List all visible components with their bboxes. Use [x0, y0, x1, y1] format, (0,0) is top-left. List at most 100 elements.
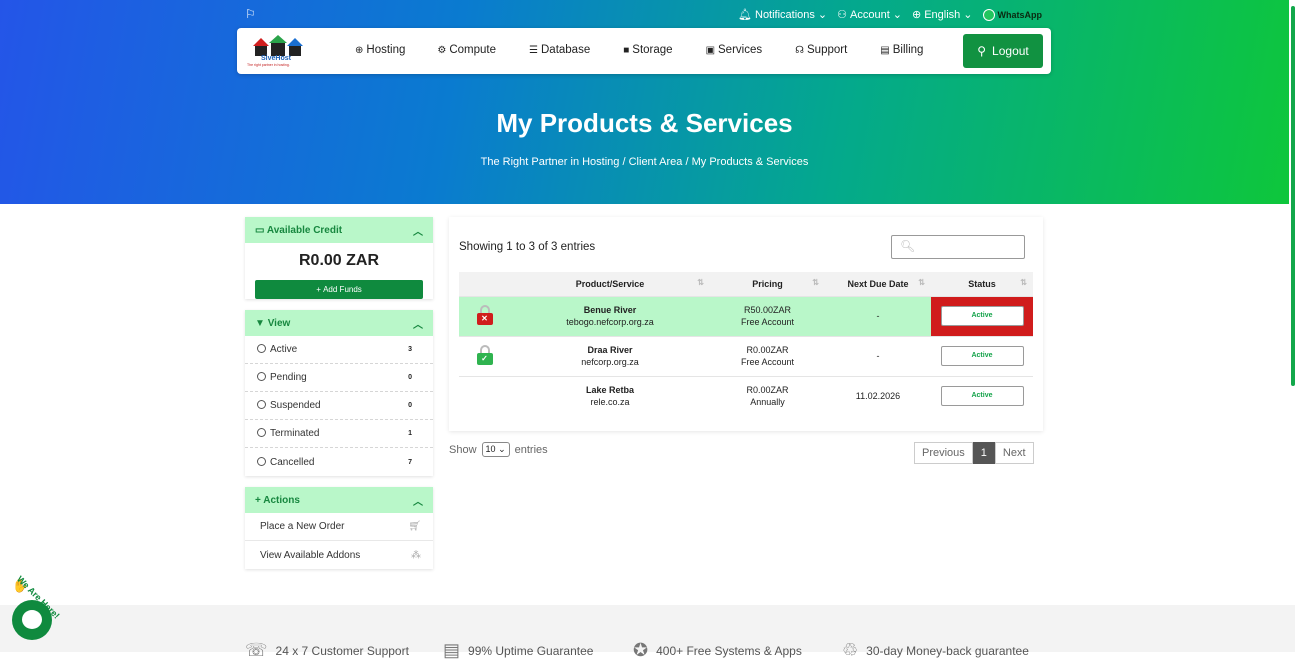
price-amount: R0.00ZAR	[746, 385, 789, 396]
view-filter-suspended[interactable]: Suspended 0	[245, 392, 433, 420]
chat-widget-button[interactable]	[12, 600, 52, 640]
radio-icon[interactable]	[257, 428, 266, 437]
breadcrumb-home[interactable]: The Right Partner in Hosting	[481, 156, 620, 168]
sort-icon: ⇅	[812, 278, 819, 287]
support-agent-icon: ☏	[245, 640, 268, 660]
action-view-addons[interactable]: View Available Addons ⁂	[245, 541, 433, 569]
pagination-next[interactable]: Next	[994, 442, 1034, 464]
feature-support: ☏ 24 x 7 Customer Support	[245, 640, 409, 661]
view-filter-cancelled[interactable]: Cancelled 7	[245, 448, 433, 476]
scrollbar-thumb[interactable]	[1291, 6, 1295, 386]
credit-panel-header[interactable]: ▭ Available Credit ︿	[245, 217, 433, 243]
language-menu[interactable]: ⊕ English ⌄	[912, 8, 973, 22]
logout-button[interactable]: ⚲ Logout	[963, 34, 1043, 68]
user-icon: ⚲	[977, 44, 987, 58]
add-funds-button[interactable]: + Add Funds	[255, 280, 423, 299]
nav-item-storage[interactable]: ■ Storage	[623, 44, 672, 56]
server-icon: ▤	[443, 640, 461, 660]
feature-label: 30-day Money-back guarantee	[866, 643, 1029, 658]
logo[interactable]: SiveHost The right partner in hosting.	[247, 34, 309, 68]
chevron-up-icon[interactable]: ︿	[413, 493, 423, 508]
page-size-select[interactable]: 10 ⌄	[481, 442, 510, 457]
table-row[interactable]: Lake Retba rele.co.za R0.00ZAR Annually 11…	[459, 375, 1033, 416]
nav-label: Billing	[892, 44, 924, 56]
cart-icon: 🛒︎	[408, 521, 421, 532]
search-input[interactable]: 🔍︎	[891, 235, 1025, 259]
radio-icon[interactable]	[257, 400, 266, 409]
view-filter-pending[interactable]: Pending 0	[245, 364, 433, 392]
nav-item-database[interactable]: ☰ Database	[529, 44, 590, 56]
money-icon: ▭	[255, 224, 265, 236]
box-icon: ■	[623, 44, 630, 56]
col-icon-header	[459, 272, 510, 296]
product-cell: Draa River nefcorp.org.za	[510, 335, 710, 376]
col-pricing-header[interactable]: Pricing ⇅	[710, 272, 825, 296]
radio-icon[interactable]	[257, 344, 266, 353]
action-label: View Available Addons	[260, 549, 361, 561]
logout-label: Logout	[992, 44, 1029, 58]
breadcrumb: The Right Partner in Hosting / Client Ar…	[0, 156, 1289, 168]
radio-icon[interactable]	[257, 456, 266, 466]
nav-item-billing[interactable]: ▤ Billing	[880, 44, 923, 56]
filter-count: 0	[408, 374, 412, 381]
flag-icon[interactable]: ⚐	[245, 7, 256, 21]
view-filter-active[interactable]: Active 3	[245, 336, 433, 364]
credit-title: Available Credit	[266, 224, 343, 236]
page-size-control: Show 10 ⌄ entries	[449, 442, 548, 457]
nav-label: Compute	[449, 44, 497, 56]
logo-brand-text: SiveHost	[261, 55, 291, 62]
filter-count: 7	[408, 458, 412, 466]
search-icon: 🔍︎	[900, 239, 916, 253]
col-product-header[interactable]: Product/Service ⇅	[510, 272, 710, 296]
lock-cell: ✕	[459, 295, 510, 336]
product-domain: tebogo.nefcorp.org.za	[566, 317, 654, 327]
credit-panel: ▭ Available Credit ︿ R0.00 ZAR + Add Fund…	[245, 217, 433, 299]
due-cell: -	[825, 295, 931, 336]
nav-item-hosting[interactable]: ⊕ Hosting	[355, 44, 405, 56]
chevron-up-icon[interactable]: ︿	[413, 316, 423, 331]
globe-icon: ⊕	[355, 44, 364, 56]
col-status-header[interactable]: Status ⇅	[931, 272, 1033, 296]
pagination-previous[interactable]: Previous	[914, 442, 973, 464]
header-label: Pricing	[752, 278, 783, 289]
feature-money-back: ♲ 30-day Money-back guarantee	[842, 640, 1029, 661]
product-cell: Lake Retba rele.co.za	[510, 375, 710, 416]
breadcrumb-client-area[interactable]: Client Area	[629, 156, 683, 168]
nav-label: Hosting	[366, 44, 406, 56]
products-table: Product/Service ⇅ Pricing ⇅ Next Due Date ⇅…	[459, 272, 1033, 416]
main-navbar: SiveHost The right partner in hosting. ⊕…	[237, 28, 1051, 74]
status-cell: Active	[931, 335, 1033, 376]
view-panel-header[interactable]: ▼ View ︿	[245, 310, 433, 336]
nav-item-compute[interactable]: ⚙ Compute	[437, 44, 496, 56]
notifications-menu[interactable]: 🔔︎ Notifications ⌄	[738, 8, 827, 22]
radio-icon[interactable]	[257, 372, 266, 381]
whatsapp-link[interactable]: WhatsApp	[982, 8, 1042, 21]
filter-label: Cancelled	[270, 456, 315, 468]
filter-label: Suspended	[270, 400, 321, 411]
pagination-page-1[interactable]: 1	[972, 442, 995, 464]
chevron-up-icon[interactable]: ︿	[413, 223, 423, 238]
page-title: My Products & Services	[496, 108, 793, 138]
due-cell: -	[825, 335, 931, 376]
sidebar: ▭ Available Credit ︿ R0.00 ZAR + Add Fund…	[245, 217, 433, 580]
table-row[interactable]: ✕ Benue River tebogo.nefcorp.org.za R50.0…	[459, 295, 1033, 336]
nav-item-services[interactable]: ▣ Services	[706, 44, 763, 56]
feature-label: 99% Uptime Guarantee	[468, 643, 594, 658]
col-due-header[interactable]: Next Due Date ⇅	[825, 272, 931, 296]
entries-info: Showing 1 to 3 of 3 entries	[459, 241, 596, 253]
handshake-icon: ♲	[842, 640, 859, 660]
product-name: Benue River	[583, 305, 637, 315]
nav-item-support[interactable]: ☊ Support	[795, 44, 847, 56]
table-row[interactable]: ✓ Draa River nefcorp.org.za R0.00ZAR Free …	[459, 335, 1033, 376]
chevron-down-icon: ⌄	[963, 9, 973, 21]
account-menu[interactable]: ⚇ Account ⌄	[837, 8, 902, 22]
chevron-down-icon: ⌄	[892, 9, 902, 21]
product-domain: rele.co.za	[590, 397, 630, 408]
actions-panel-header[interactable]: + Actions ︿	[245, 487, 433, 513]
table-header-row: Product/Service ⇅ Pricing ⇅ Next Due Date ⇅…	[459, 272, 1033, 296]
feature-label: 400+ Free Systems & Apps	[656, 643, 802, 658]
action-place-new-order[interactable]: Place a New Order 🛒︎	[245, 513, 433, 541]
scrollbar[interactable]	[1289, 0, 1295, 652]
lock-cell: ✓	[459, 335, 510, 376]
view-filter-terminated[interactable]: Terminated 1	[245, 420, 433, 448]
